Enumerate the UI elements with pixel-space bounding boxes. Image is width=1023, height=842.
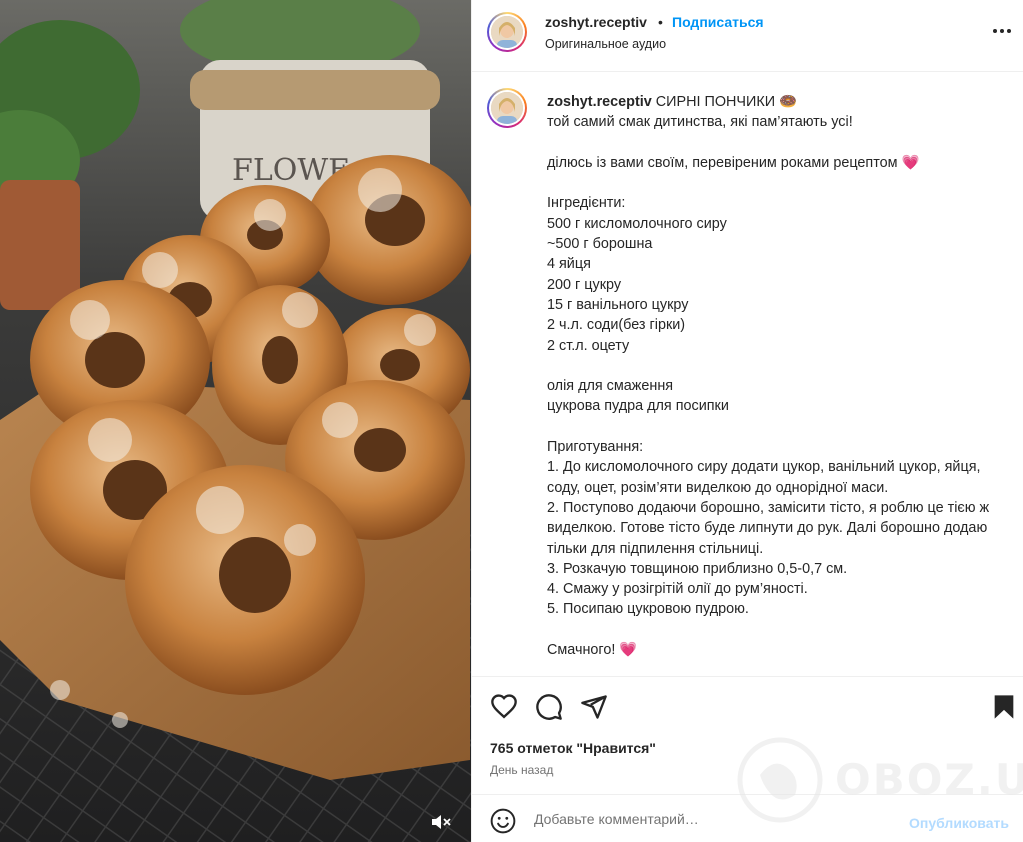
author-username[interactable]: zoshyt.receptiv [545, 14, 647, 30]
post-media[interactable]: FLOWE [0, 0, 471, 842]
post-time[interactable]: День назад [490, 763, 553, 777]
author-photo [491, 92, 523, 124]
mute-button[interactable] [428, 810, 454, 834]
audio-label[interactable]: Оригинальное аудио [545, 37, 666, 51]
donuts-photo: FLOWE [0, 0, 471, 842]
save-button[interactable] [990, 693, 1018, 721]
comment-input[interactable] [534, 805, 894, 833]
comment-button[interactable] [535, 693, 563, 721]
speaker-muted-icon [432, 815, 451, 829]
emoji-button[interactable] [490, 808, 516, 834]
like-button[interactable] [490, 693, 518, 721]
action-bar: 765 отметок "Нравится" День назад [472, 676, 1023, 794]
more-options-button[interactable] [991, 20, 1013, 42]
author-avatar[interactable] [487, 12, 527, 52]
publish-button[interactable]: Опубликовать [909, 815, 1009, 831]
likes-count[interactable]: 765 отметок "Нравится" [490, 740, 656, 756]
caption-body: той самий смак дитинства, які пам’ятають… [547, 114, 990, 659]
share-icon [581, 695, 607, 719]
caption-avatar[interactable] [487, 88, 527, 128]
post-panel: zoshyt.receptiv • Подписаться Оригинальн… [471, 0, 1023, 842]
comment-icon [536, 694, 562, 720]
heart-icon [491, 694, 517, 719]
more-horizontal-icon [993, 29, 1011, 33]
follow-button[interactable]: Подписаться [672, 14, 764, 30]
post-header: zoshyt.receptiv • Подписаться Оригинальн… [472, 0, 1023, 72]
emoji-icon [490, 808, 516, 834]
caption-username[interactable]: zoshyt.receptiv [547, 94, 652, 110]
comment-box: Опубликовать [472, 794, 1023, 842]
caption-title: СИРНІ ПОНЧИКИ 🍩 [655, 94, 798, 110]
post-caption: zoshyt.receptiv СИРНІ ПОНЧИКИ 🍩 той сами… [547, 92, 1007, 660]
separator-dot: • [658, 14, 663, 30]
share-button[interactable] [580, 693, 608, 721]
author-photo [491, 16, 523, 48]
bookmark-icon [994, 695, 1014, 719]
